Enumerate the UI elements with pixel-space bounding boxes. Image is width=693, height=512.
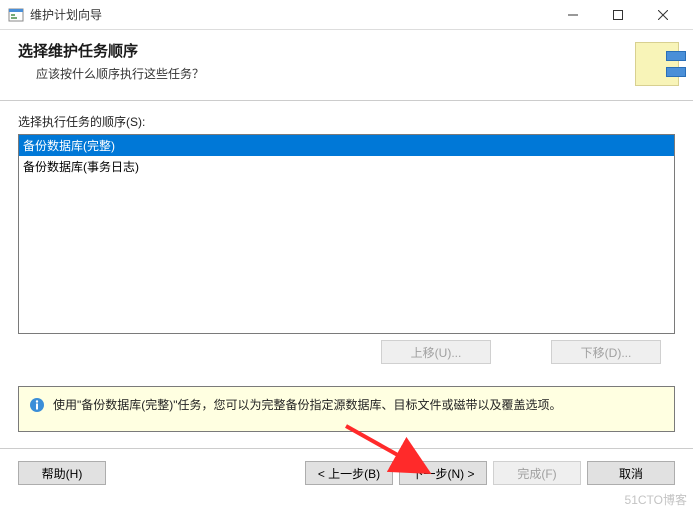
info-icon [29, 397, 45, 413]
task-order-listbox[interactable]: 备份数据库(完整) 备份数据库(事务日志) [18, 134, 675, 334]
list-item[interactable]: 备份数据库(完整) [19, 135, 674, 156]
next-button[interactable]: 下一步(N) > [399, 461, 487, 485]
list-label: 选择执行任务的顺序(S): [18, 113, 675, 130]
close-button[interactable] [640, 1, 685, 29]
finish-button[interactable]: 完成(F) [493, 461, 581, 485]
info-box: 使用"备份数据库(完整)"任务，您可以为完整备份指定源数据库、目标文件或磁带以及… [18, 386, 675, 432]
list-item[interactable]: 备份数据库(事务日志) [19, 156, 674, 177]
page-subtitle: 应该按什么顺序执行这些任务？ [18, 65, 204, 82]
maximize-button[interactable] [595, 1, 640, 29]
wizard-footer: 帮助(H) < 上一步(B) 下一步(N) > 完成(F) 取消 [0, 449, 693, 497]
wizard-header: 选择维护任务顺序 应该按什么顺序执行这些任务？ [0, 30, 693, 101]
minimize-button[interactable] [550, 1, 595, 29]
content-area: 选择执行任务的顺序(S): 备份数据库(完整) 备份数据库(事务日志) 上移(U… [0, 101, 693, 372]
page-heading: 选择维护任务顺序 [18, 40, 204, 61]
help-button[interactable]: 帮助(H) [18, 461, 106, 485]
info-text: 使用"备份数据库(完整)"任务，您可以为完整备份指定源数据库、目标文件或磁带以及… [53, 397, 562, 414]
window-controls [550, 1, 685, 29]
titlebar: 维护计划向导 [0, 0, 693, 30]
app-icon [8, 7, 24, 23]
cancel-button[interactable]: 取消 [587, 461, 675, 485]
back-button[interactable]: < 上一步(B) [305, 461, 393, 485]
move-up-button[interactable]: 上移(U)... [381, 340, 491, 364]
wizard-icon [635, 42, 679, 86]
move-down-button[interactable]: 下移(D)... [551, 340, 661, 364]
window-title: 维护计划向导 [30, 6, 550, 23]
